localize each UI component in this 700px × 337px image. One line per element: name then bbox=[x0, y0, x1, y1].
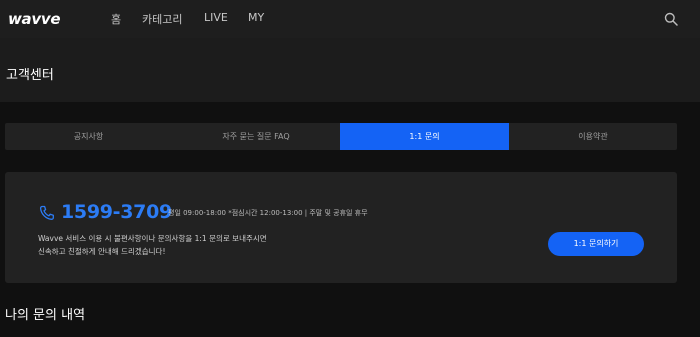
tab-bar: 공지사항 자주 묻는 질문 FAQ 1:1 문의 이용약관 bbox=[5, 123, 677, 150]
title-band: 고객센터 bbox=[0, 38, 700, 102]
phone-number: 1599-3709 bbox=[61, 201, 172, 223]
description-line-1: Wavve 서비스 이용 시 불편사항이나 문의사항을 1:1 문의로 보내주시… bbox=[38, 234, 267, 243]
nav-home[interactable]: 홈 bbox=[111, 11, 121, 27]
tab-terms[interactable]: 이용약관 bbox=[509, 123, 677, 150]
contact-card: 1599-3709 평일 09:00-18:00 *점심시간 12:00-13:… bbox=[5, 172, 677, 283]
phone-icon bbox=[39, 205, 54, 220]
page-title: 고객센터 bbox=[6, 68, 54, 83]
tab-notice[interactable]: 공지사항 bbox=[5, 123, 172, 150]
tab-inquiry[interactable]: 1:1 문의 bbox=[340, 123, 509, 150]
business-hours: 평일 09:00-18:00 *점심시간 12:00-13:00 | 주말 및 … bbox=[168, 209, 368, 217]
nav-live[interactable]: LIVE bbox=[204, 11, 228, 24]
my-inquiries-title: 나의 문의 내역 bbox=[5, 308, 86, 323]
top-nav: wavve 홈 카테고리 LIVE MY bbox=[0, 0, 700, 38]
description-line-2: 신속하고 친절하게 안내해 드리겠습니다! bbox=[38, 247, 166, 256]
nav-my[interactable]: MY bbox=[248, 11, 264, 24]
inquiry-button[interactable]: 1:1 문의하기 bbox=[548, 232, 644, 256]
tab-faq[interactable]: 자주 묻는 질문 FAQ bbox=[172, 123, 340, 150]
wavve-logo[interactable]: wavve bbox=[8, 10, 61, 28]
nav-category[interactable]: 카테고리 bbox=[142, 11, 182, 27]
search-icon[interactable] bbox=[664, 12, 678, 26]
